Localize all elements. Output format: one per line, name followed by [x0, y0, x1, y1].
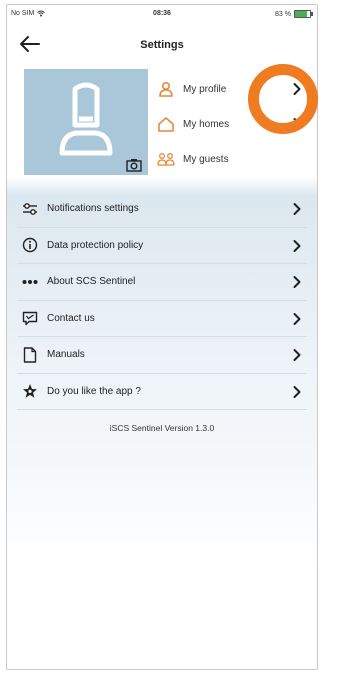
menu-item-label: Data protection policy: [47, 239, 144, 251]
my-guests-label: My guests: [183, 153, 229, 165]
chevron-right-icon: [293, 385, 301, 398]
my-profile-link[interactable]: My profile: [157, 78, 313, 100]
avatar[interactable]: [24, 69, 148, 175]
chevron-right-icon: [293, 239, 301, 252]
page-title: Settings: [140, 39, 184, 51]
menu-item-label: Do you like the app ?: [47, 385, 141, 397]
menu-item-data-protection[interactable]: Data protection policy: [17, 228, 307, 264]
chevron-right-icon: [293, 349, 301, 361]
document-icon: [21, 346, 39, 364]
sliders-icon: [21, 200, 39, 218]
chevron-right-icon: [293, 276, 301, 288]
guests-icon: [157, 150, 175, 168]
my-homes-label: My homes: [183, 118, 230, 130]
chevron-right-icon: [293, 83, 301, 95]
menu-item-label: Notifications settings: [47, 203, 139, 215]
change-photo-button[interactable]: [126, 158, 142, 172]
menu-item-rate-app[interactable]: Do you like the app ?: [17, 374, 307, 410]
chevron-right-icon: [293, 312, 301, 325]
menu-item-contact[interactable]: Contact us: [17, 301, 307, 337]
menu-item-label: Contact us: [47, 312, 95, 324]
menu-item-manuals[interactable]: Manuals: [17, 337, 307, 374]
status-time: 08:36: [153, 10, 171, 17]
info-icon: [21, 236, 39, 254]
battery-icon: [294, 10, 313, 18]
profile-area: My profile My homes My guests: [7, 67, 317, 179]
status-bar: No SIM 08:36 83 %: [7, 5, 317, 27]
phone-screen: No SIM 08:36 83 % Settings My profile My…: [6, 4, 318, 670]
battery-fill: [295, 11, 308, 17]
my-homes-link[interactable]: My homes: [157, 113, 313, 135]
chevron-right-icon: [293, 203, 301, 215]
star-icon: [21, 382, 39, 400]
chat-icon: [21, 309, 39, 327]
menu-item-notifications[interactable]: Notifications settings: [17, 191, 307, 228]
app-version: iSCS Sentinel Version 1.3.0: [109, 423, 215, 433]
menu-item-label: Manuals: [47, 349, 85, 361]
battery-percent: 83 %: [275, 10, 291, 18]
camera-icon: [126, 159, 142, 172]
my-profile-label: My profile: [183, 83, 227, 95]
dots-icon: [21, 273, 39, 291]
header: Settings: [7, 29, 317, 59]
home-icon: [157, 115, 175, 133]
settings-menu: Notifications settings Data protection p…: [17, 191, 307, 410]
my-guests-link[interactable]: My guests: [157, 148, 313, 170]
menu-item-about[interactable]: About SCS Sentinel: [17, 264, 307, 301]
person-icon: [157, 80, 175, 98]
chevron-right-icon: [293, 118, 301, 130]
status-right: 83 %: [275, 10, 313, 18]
menu-item-label: About SCS Sentinel: [47, 276, 136, 288]
